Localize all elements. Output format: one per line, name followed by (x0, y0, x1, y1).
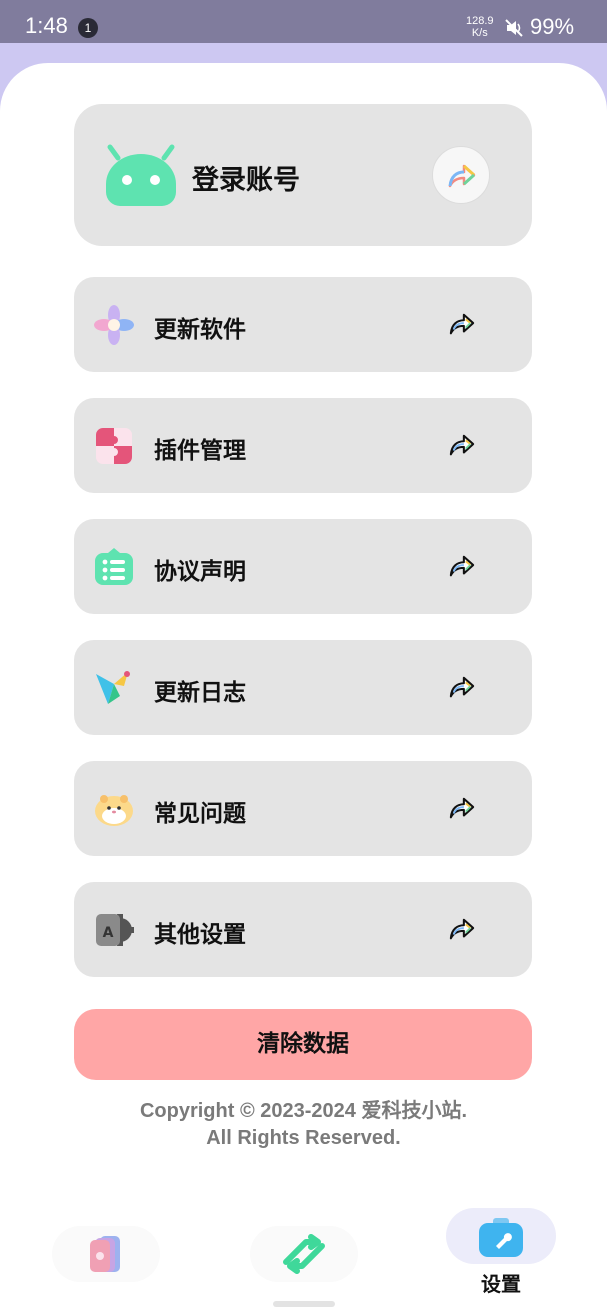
status-time: 1:48 (25, 13, 68, 38)
menu-item-plugin-management[interactable]: 插件管理 (74, 398, 532, 493)
forward-arrow-icon (449, 797, 475, 819)
forward-arrow-icon (449, 676, 475, 698)
login-go-button[interactable] (432, 146, 490, 204)
menu-item-label: 常见问题 (154, 801, 246, 827)
forward-arrow-icon (449, 555, 475, 577)
mute-icon (505, 19, 523, 37)
copyright-line-1: Copyright © 2023-2024 爱科技小站. (139, 1100, 468, 1122)
menu-item-changelog[interactable]: 更新日志 (74, 640, 532, 735)
network-speed: 128.9 K/s (466, 15, 494, 39)
login-card[interactable]: 登录账号 (74, 104, 532, 246)
android-robot-icon (106, 144, 176, 206)
copyright-line-2: All Rights Reserved. (206, 1127, 401, 1149)
login-label: 登录账号 (192, 165, 300, 196)
status-bar: 1:48 1 128.9 K/s 99% (0, 0, 607, 43)
menu-item-label: 更新软件 (154, 317, 246, 343)
puzzle-icon (96, 428, 132, 464)
forward-arrow-icon (449, 313, 475, 335)
battery-level: 99% (530, 14, 575, 39)
nav-tab-transfer[interactable] (250, 1226, 358, 1282)
menu-item-faq[interactable]: 常见问题 (74, 761, 532, 856)
nav-tab-settings-label: 设置 (481, 1272, 521, 1296)
nav-tab-home[interactable] (52, 1226, 160, 1282)
menu-item-label: 插件管理 (154, 438, 246, 464)
pinwheel-icon (94, 305, 134, 345)
cards-icon (90, 1236, 120, 1272)
network-speed-unit: K/s (471, 27, 488, 39)
menu-item-agreement[interactable]: 协议声明 (74, 519, 532, 614)
forward-arrow-icon (448, 164, 476, 188)
forward-arrow-icon (449, 918, 475, 940)
forward-arrow-icon (449, 434, 475, 456)
clear-data-button[interactable]: 清除数据 (74, 1009, 532, 1080)
network-speed-value: 128.9 (466, 15, 494, 27)
list-icon (95, 548, 133, 585)
bird-icon (96, 671, 130, 704)
menu-item-other-settings[interactable]: A 其他设置 (74, 882, 532, 977)
nav-tab-settings[interactable] (446, 1208, 556, 1264)
translate-gear-icon: A (96, 914, 134, 946)
menu-item-update-software[interactable]: 更新软件 (74, 277, 532, 372)
hamster-icon (95, 795, 133, 826)
menu-item-label: 其他设置 (154, 922, 246, 948)
toolbox-icon (479, 1218, 523, 1257)
copyright-notice: Copyright © 2023-2024 爱科技小站. All Rights … (0, 1098, 607, 1152)
notification-badge: 1 (78, 18, 98, 38)
menu-item-label: 协议声明 (154, 559, 246, 585)
menu-item-label: 更新日志 (154, 680, 246, 706)
swap-arrows-icon (283, 1234, 325, 1274)
svg-text:A: A (103, 925, 114, 941)
home-indicator[interactable] (273, 1301, 335, 1307)
